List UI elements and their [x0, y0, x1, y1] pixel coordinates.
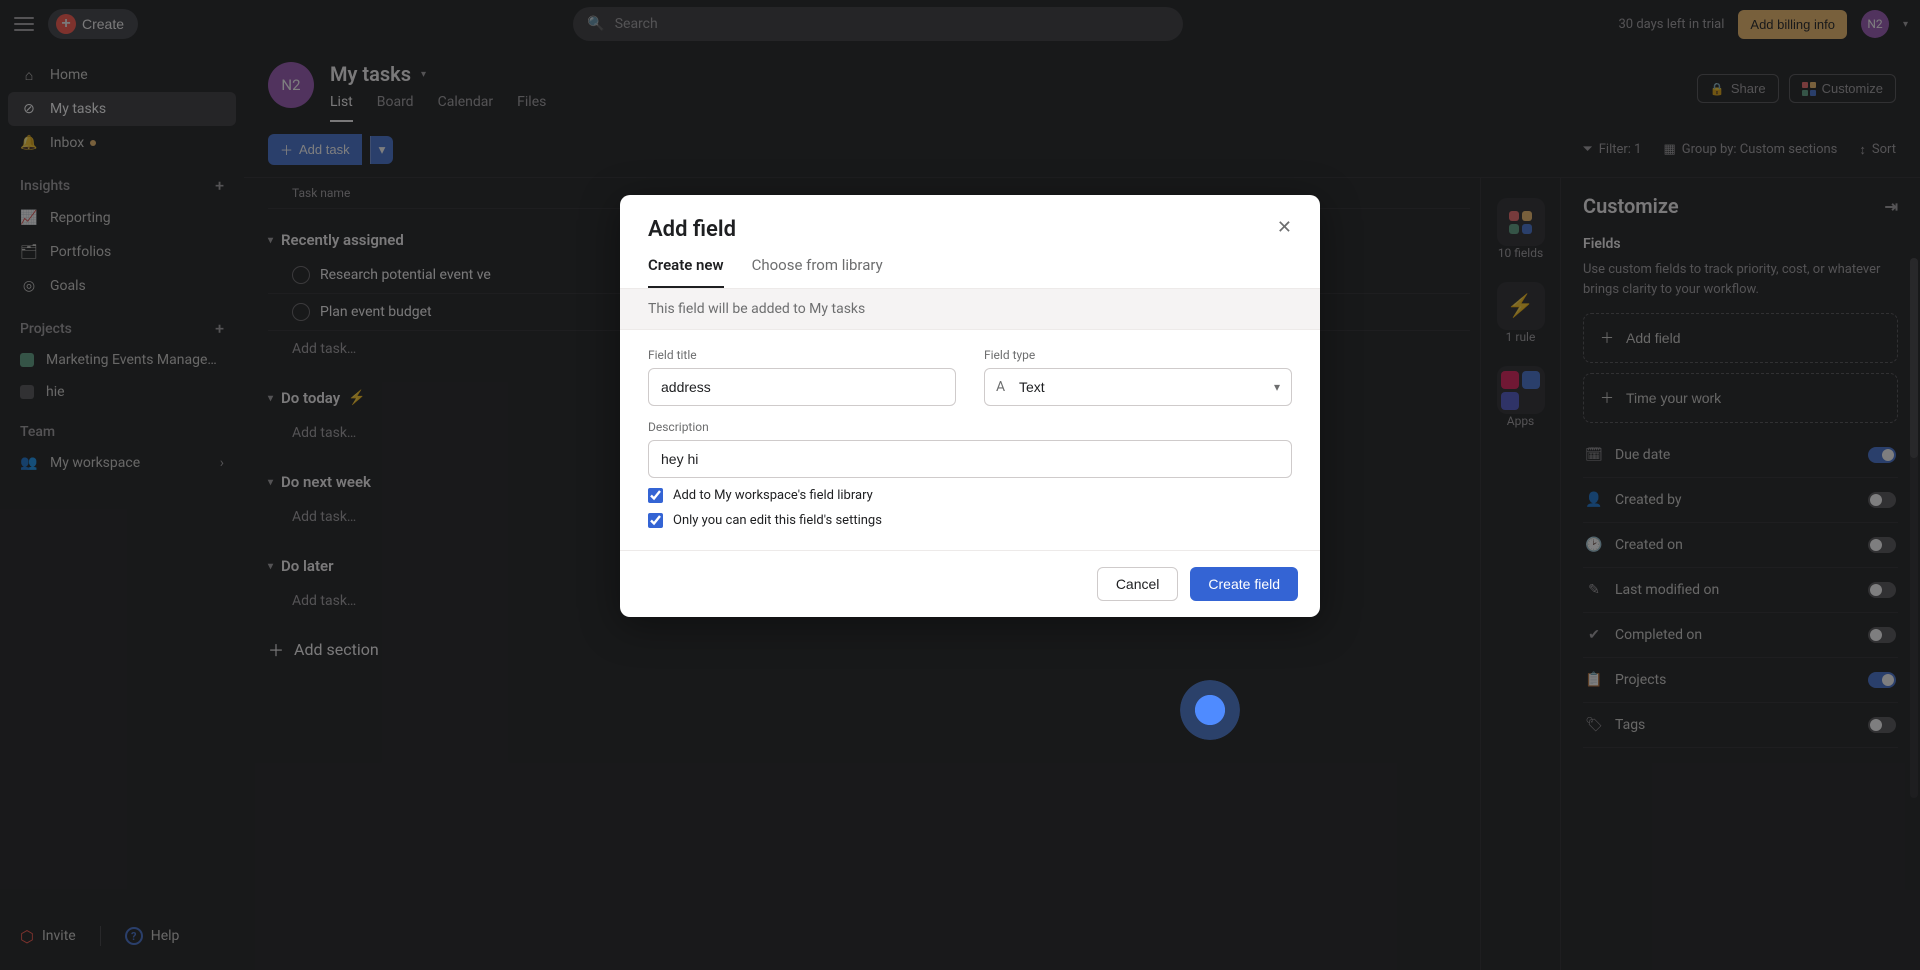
tab-choose-library[interactable]: Choose from library — [752, 256, 883, 288]
field-type-select[interactable] — [984, 368, 1292, 406]
cancel-button[interactable]: Cancel — [1097, 567, 1179, 601]
description-input[interactable] — [648, 440, 1292, 478]
add-field-modal: Add field ✕ Create new Choose from libra… — [620, 195, 1320, 617]
tab-create-new[interactable]: Create new — [648, 256, 724, 288]
field-type-label: Field type — [984, 348, 1292, 362]
checkbox-icon[interactable] — [648, 513, 663, 528]
close-icon[interactable]: ✕ — [1277, 217, 1292, 238]
description-label: Description — [648, 420, 1292, 434]
modal-banner: This field will be added to My tasks — [620, 288, 1320, 330]
only-you-edit-checkbox[interactable]: Only you can edit this field's settings — [648, 513, 1292, 528]
checkbox-icon[interactable] — [648, 488, 663, 503]
text-type-icon: A — [996, 379, 1005, 395]
field-title-label: Field title — [648, 348, 956, 362]
create-field-button[interactable]: Create field — [1190, 567, 1298, 601]
modal-title: Add field — [648, 217, 736, 242]
field-title-input[interactable] — [648, 368, 956, 406]
add-to-library-checkbox[interactable]: Add to My workspace's field library — [648, 488, 1292, 503]
